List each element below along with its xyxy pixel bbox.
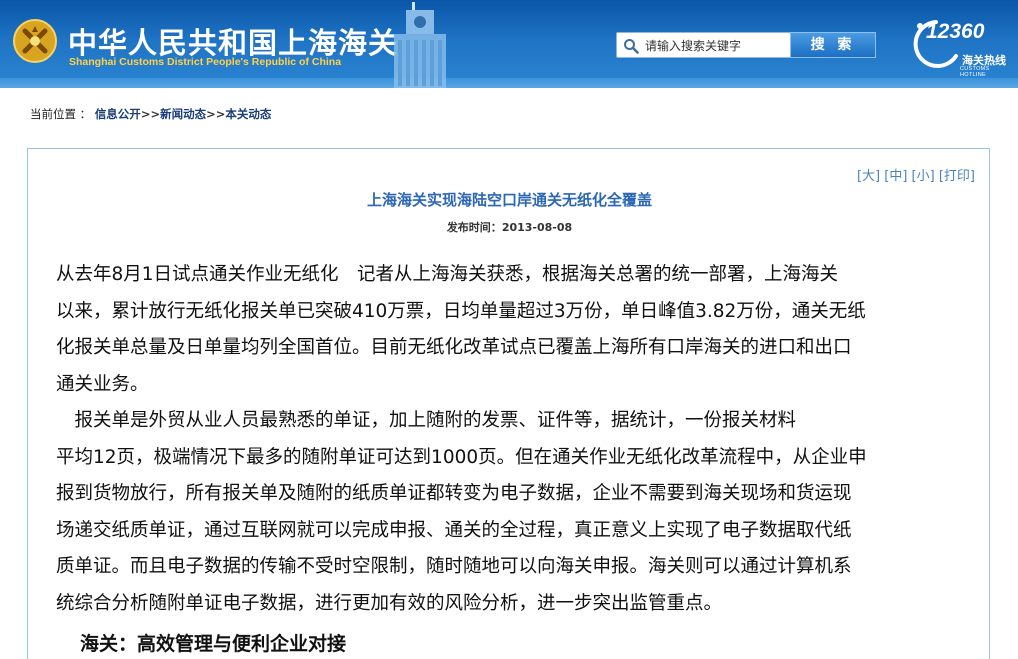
article-title: 上海海关实现海陆空口岸通关无纸化全覆盖 — [366, 191, 652, 209]
site-subtitle: Shanghai Customs District People's Repub… — [69, 56, 342, 68]
article-line: 以来，累计放行无纸化报关单已突破410万票，日均单量超过3万份，单日峰值3.82… — [56, 300, 866, 322]
article-body: 从去年8月1日试点通关作业无纸化 记者从上海海关获悉，根据海关总署的统一部署，上… — [56, 257, 971, 622]
article-line: 报关单是外贸从业人员最熟悉的单证，加上随附的发票、证件等，据统计，一份报关材料 — [56, 410, 797, 431]
font-medium-button[interactable]: [中] — [884, 169, 907, 184]
customs-house-building-icon — [394, 2, 446, 88]
search-box[interactable] — [616, 32, 791, 58]
article-line: 场递交纸质单证，通过互联网就可以完成申报、通关的全过程，真正意义上实现了电子数据… — [56, 519, 852, 541]
breadcrumb-item-local-news[interactable]: 本关动态 — [225, 107, 271, 121]
customs-hotline[interactable]: 12360 海关热线 CUSTOMS HOTLINE — [908, 16, 1012, 78]
article-line: 通关业务。 — [56, 373, 149, 395]
section-heading: 海关：高效管理与便利企业对接 — [80, 633, 347, 655]
publish-date-label: 发布时间： — [446, 221, 502, 234]
breadcrumb-item-news[interactable]: 新闻动态 — [160, 107, 206, 121]
font-large-button[interactable]: [大] — [857, 169, 880, 184]
hotline-label-en: CUSTOMS HOTLINE — [960, 66, 990, 78]
breadcrumb-separator: >> — [140, 107, 161, 121]
article-line: 统综合分析随附单证电子数据，进行更加有效的风险分析，进一步突出监管重点。 — [56, 592, 723, 614]
search-input[interactable] — [645, 37, 785, 55]
article-line: 平均12页，极端情况下最多的随附单证可达到1000页。但在通关作业无纸化改革流程… — [56, 446, 867, 468]
publish-date: 发布时间：2013-08-08 — [28, 219, 991, 235]
search-button[interactable]: 搜 索 — [790, 32, 876, 58]
article-panel: [大] [中] [小] [打印] 上海海关实现海陆空口岸通关无纸化全覆盖 发布时… — [27, 148, 990, 659]
breadcrumb-item-info-disclosure[interactable]: 信息公开 — [95, 107, 141, 121]
site-header: 中华人民共和国上海海关 Shanghai Customs District Pe… — [0, 0, 1018, 88]
breadcrumb-label: 当前位置 ： — [30, 107, 92, 121]
hotline-number: 12360 — [926, 20, 985, 43]
font-size-tools: [大] [中] [小] [打印] — [857, 165, 975, 184]
customs-emblem-icon[interactable] — [12, 18, 58, 64]
article-line: 从去年8月1日试点通关作业无纸化 记者从上海海关获悉，根据海关总署的统一部署，上… — [56, 264, 839, 285]
publish-date-value: 2013-08-08 — [501, 221, 573, 234]
font-small-button[interactable]: [小] — [912, 169, 935, 184]
breadcrumb-separator: >> — [206, 107, 226, 121]
article-line: 质单证。而且电子数据的传输不受时空限制，随时随地可以向海关申报。海关则可以通过计… — [56, 556, 852, 577]
article-line: 化报关单总量及日单量均列全国首位。目前无纸化改革试点已覆盖上海所有口岸海关的进口… — [56, 337, 852, 358]
search-icon — [624, 39, 639, 54]
article-line: 报到货物放行，所有报关单及随附的纸质单证都转变为电子数据，企业不需要到海关现场和… — [56, 483, 852, 504]
breadcrumb: 当前位置 ： 信息公开>>新闻动态>>本关动态 — [30, 106, 271, 122]
print-button[interactable]: [打印] — [939, 169, 975, 184]
header-stripe — [0, 78, 1018, 88]
